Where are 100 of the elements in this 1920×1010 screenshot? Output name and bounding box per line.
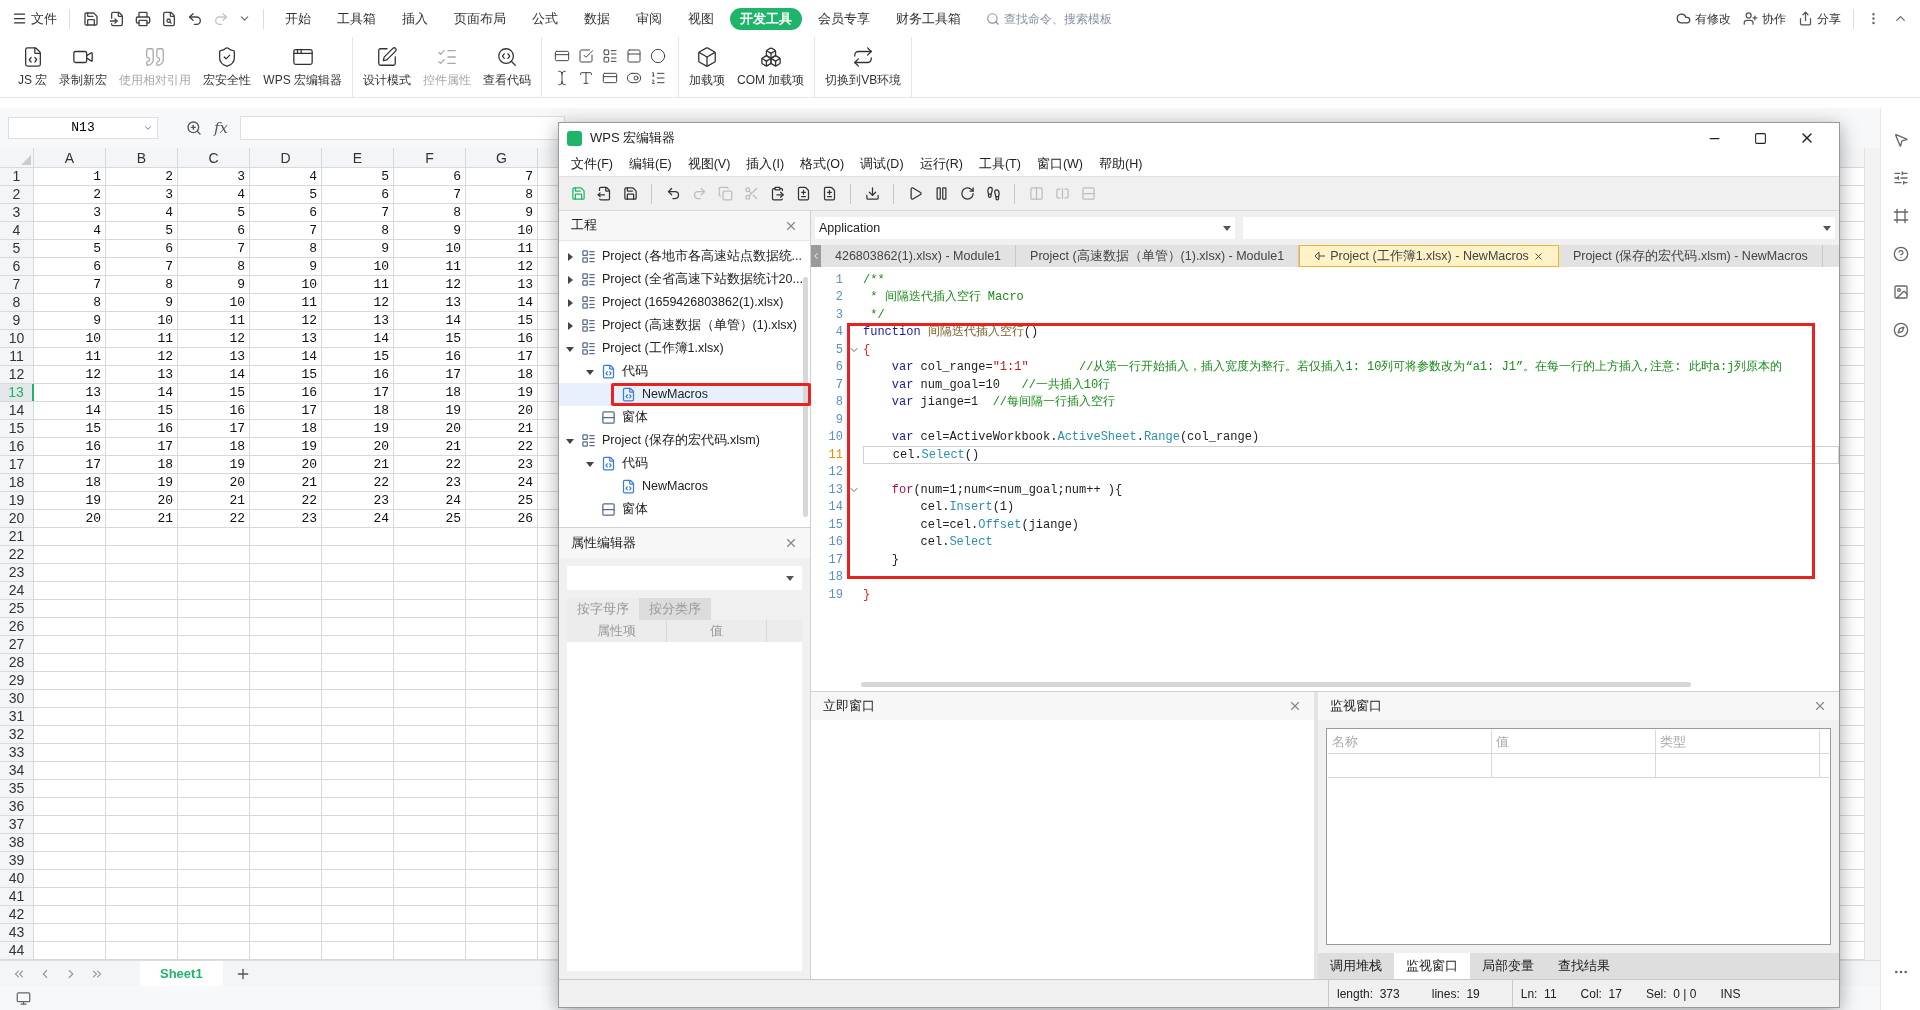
tree-item[interactable]: 窗体 [559, 406, 803, 429]
ribbon-button[interactable]: 设计模式 [357, 37, 417, 97]
ribbon-tab[interactable]: 数据 [574, 7, 620, 30]
textbox-icon[interactable] [578, 70, 594, 86]
row-header[interactable]: 4 [0, 222, 34, 239]
panel-tab[interactable]: 局部变量 [1470, 953, 1546, 979]
ribbon-button[interactable]: 加载项 [683, 37, 731, 97]
tree-item[interactable]: Project (全省高速下站数据统计20... [559, 268, 803, 291]
close-icon[interactable] [1532, 250, 1544, 262]
row-header[interactable]: 33 [0, 744, 34, 761]
macro-status-icon[interactable] [16, 990, 31, 1006]
scrollbar[interactable] [861, 682, 1691, 687]
frame-icon[interactable] [1892, 208, 1909, 224]
ribbon-tab[interactable]: 会员专享 [808, 7, 880, 30]
combo-box-icon[interactable] [602, 48, 618, 64]
row-header[interactable]: 16 [0, 438, 34, 455]
row-header[interactable]: 8 [0, 294, 34, 311]
row-header[interactable]: 36 [0, 798, 34, 815]
row-header[interactable]: 9 [0, 312, 34, 329]
sliders-icon[interactable] [1892, 170, 1909, 186]
row-header[interactable]: 12 [0, 366, 34, 383]
object-select[interactable]: Application [815, 217, 1235, 239]
row-header[interactable]: 26 [0, 618, 34, 635]
row-header[interactable]: 32 [0, 726, 34, 743]
row-header[interactable]: 19 [0, 492, 34, 509]
ribbon-button[interactable]: 查看代码 [477, 37, 537, 97]
row-header[interactable]: 3 [0, 204, 34, 221]
row-header[interactable]: 17 [0, 456, 34, 473]
ribbon-button[interactable]: 宏安全性 [197, 37, 258, 97]
row-header[interactable]: 28 [0, 654, 34, 671]
menu-item[interactable]: 窗口(W) [1028, 155, 1091, 174]
image-icon[interactable] [1892, 284, 1909, 300]
column-header[interactable]: F [394, 148, 466, 167]
expander-icon[interactable] [565, 274, 575, 285]
panel-tab[interactable]: 查找结果 [1546, 953, 1622, 979]
panel-tab[interactable]: 监视窗口 [1394, 953, 1470, 979]
ribbon-tab[interactable]: 视图 [678, 7, 724, 30]
spin-button-icon[interactable] [650, 70, 666, 86]
immediate-field[interactable] [811, 720, 1314, 979]
ribbon-tab[interactable]: 公式 [522, 7, 568, 30]
row-header[interactable]: 22 [0, 546, 34, 563]
expander-icon[interactable] [565, 320, 575, 331]
ribbon-button[interactable]: 录制新宏 [53, 37, 114, 97]
menu-item[interactable]: 工具(T) [970, 155, 1029, 174]
row-header[interactable]: 41 [0, 888, 34, 905]
row-header[interactable]: 37 [0, 816, 34, 833]
row-header[interactable]: 35 [0, 780, 34, 797]
row-header[interactable]: 44 [0, 942, 34, 959]
menu-item[interactable]: 文件(F) [563, 155, 621, 174]
row-header[interactable]: 14 [0, 402, 34, 419]
menu-item[interactable]: 运行(R) [911, 155, 971, 174]
scrollbar[interactable] [1864, 148, 1880, 960]
formula-field[interactable] [240, 116, 565, 140]
tree-item[interactable]: NewMacros [559, 475, 803, 498]
column-header[interactable]: E [322, 148, 394, 167]
tree-item[interactable]: Project (高速数据（单管）(1).xlsx) [559, 314, 803, 337]
row-header[interactable]: 5 [0, 240, 34, 257]
row-header[interactable]: 6 [0, 258, 34, 275]
frame-icon[interactable] [626, 48, 642, 64]
row-header[interactable]: 2 [0, 186, 34, 203]
panel-tab[interactable]: 调用堆栈 [1318, 953, 1394, 979]
row-header[interactable]: 27 [0, 636, 34, 653]
row-header[interactable]: 15 [0, 420, 34, 437]
maximize-icon[interactable] [1754, 131, 1767, 145]
ribbon-tab[interactable]: 页面布局 [444, 7, 516, 30]
ribbon-tab[interactable]: 工具箱 [327, 7, 386, 30]
toolbar-action-button[interactable]: 有修改 [1676, 9, 1731, 28]
row-header[interactable]: 10 [0, 330, 34, 347]
ribbon-tab[interactable]: 审阅 [626, 7, 672, 30]
tree-item[interactable]: Project (工作簿1.xlsx) [559, 337, 803, 360]
expander-icon[interactable] [565, 297, 575, 308]
tree-item[interactable]: 代码 [559, 360, 803, 383]
menu-item[interactable]: 编辑(E) [620, 155, 680, 174]
row-header[interactable]: 31 [0, 708, 34, 725]
document-tab[interactable]: 426803862(1).xlsx) - Module1 [821, 245, 1017, 267]
checkbox-icon[interactable] [578, 48, 594, 64]
menu-item[interactable]: 调试(D) [852, 155, 912, 174]
tree-item[interactable]: Project (1659426803862(1).xlsx) [559, 291, 803, 314]
tree-item[interactable]: Project (各地市各高速站点数据统... [559, 245, 803, 268]
row-header[interactable]: 7 [0, 276, 34, 293]
row-header[interactable]: 18 [0, 474, 34, 491]
document-tab[interactable]: Project (工作簿1.xlsx) - NewMacros [1299, 245, 1559, 267]
row-header[interactable]: 40 [0, 870, 34, 887]
scrollbar[interactable] [802, 277, 808, 517]
menu-item[interactable]: 格式(O) [792, 155, 853, 174]
expander-icon[interactable] [565, 251, 575, 262]
menu-item[interactable]: 插入(I) [738, 155, 793, 174]
menu-item[interactable]: 视图(V) [679, 155, 739, 174]
function-label[interactable]: fx [214, 116, 228, 140]
row-header[interactable]: 39 [0, 852, 34, 869]
row-header[interactable]: 1 [0, 168, 34, 185]
button-control-icon[interactable] [554, 48, 570, 64]
compass-icon[interactable] [1892, 322, 1909, 338]
tree-item[interactable]: Project (保存的宏代码.xlsm) [559, 429, 803, 452]
toolbar-action-button[interactable]: 协作 [1743, 9, 1786, 28]
row-header[interactable]: 21 [0, 528, 34, 545]
file-menu-button[interactable]: 文件 [12, 8, 57, 29]
row-header[interactable]: 25 [0, 600, 34, 617]
help-icon[interactable] [1892, 246, 1909, 262]
toggle-button-icon[interactable] [602, 70, 618, 86]
